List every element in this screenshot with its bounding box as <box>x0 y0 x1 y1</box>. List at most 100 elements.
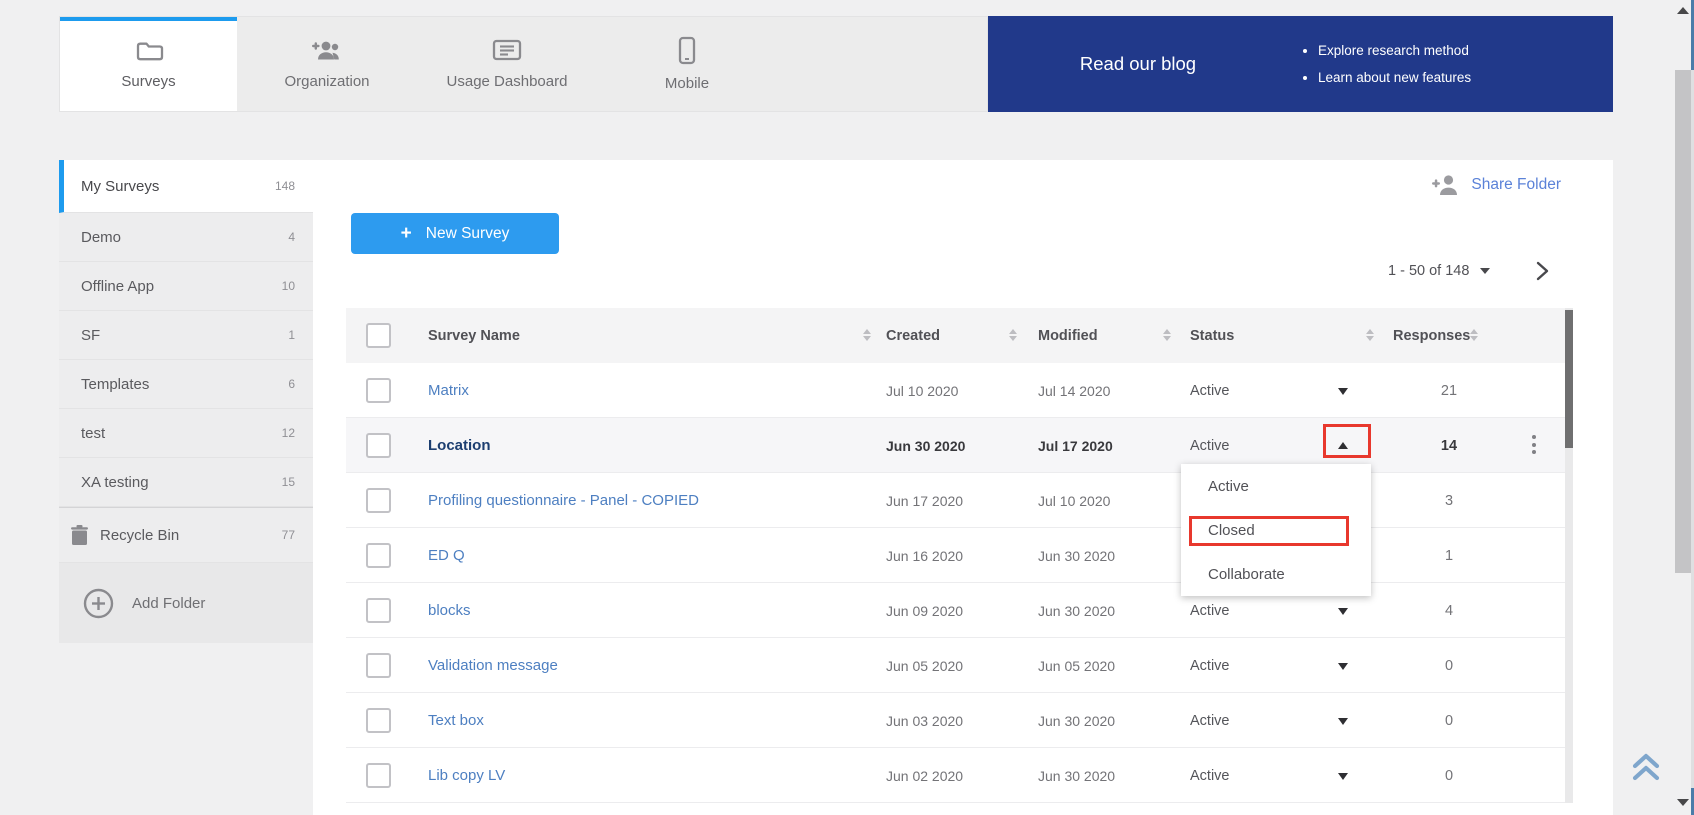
sidebar-folder-item[interactable]: Templates 6 <box>59 360 313 409</box>
status-caret-icon[interactable] <box>1338 388 1348 395</box>
tab-organization[interactable]: Organization <box>237 17 417 111</box>
header-responses: Responses <box>1393 308 1470 363</box>
status-option[interactable]: Collaborate <box>1181 552 1371 596</box>
sort-icon[interactable] <box>863 329 871 341</box>
blog-banner[interactable]: Read our blog Explore research methodLea… <box>988 16 1613 112</box>
status-caret-icon[interactable] <box>1338 608 1348 615</box>
status-option[interactable]: Active <box>1181 464 1371 508</box>
pagination-caret-icon[interactable] <box>1480 268 1490 274</box>
folder-label: XA testing <box>81 474 149 491</box>
person-add-icon <box>1431 174 1459 195</box>
folder-count: 1 <box>288 328 295 342</box>
table-row: ED Q Jun 16 2020 Jun 30 2020 1 <box>346 528 1572 583</box>
sort-icon[interactable] <box>1009 329 1017 341</box>
sidebar-folder-item[interactable]: My Surveys 148 <box>59 160 313 213</box>
status-caret-icon[interactable] <box>1338 663 1348 670</box>
table-header: Survey Name Created Modified Status Resp… <box>346 308 1572 363</box>
created-date: Jul 10 2020 <box>886 363 958 418</box>
status-value[interactable]: Active <box>1190 693 1230 748</box>
select-all-checkbox[interactable] <box>366 323 391 348</box>
row-checkbox-cell <box>366 528 391 583</box>
scroll-to-top-button[interactable] <box>1624 748 1668 788</box>
survey-name-link[interactable]: Profiling questionnaire - Panel - COPIED <box>428 473 699 528</box>
annotation-box-closed <box>1189 516 1349 546</box>
tab-mobile[interactable]: Mobile <box>597 17 777 111</box>
row-checkbox[interactable] <box>366 653 391 678</box>
sidebar-folder-item[interactable]: test 12 <box>59 409 313 458</box>
banner-title[interactable]: Read our blog <box>988 53 1288 75</box>
responses-count: 3 <box>1404 473 1494 528</box>
status-value[interactable]: Active <box>1190 363 1230 418</box>
responses-count: 21 <box>1404 363 1494 418</box>
table-row: Lib copy LV Jun 02 2020 Jun 30 2020 Acti… <box>346 748 1572 803</box>
tab-surveys[interactable]: Surveys <box>60 17 237 111</box>
header-modified: Modified <box>1038 308 1098 363</box>
survey-table: Survey Name Created Modified Status Resp… <box>346 308 1572 803</box>
scrollbar-up-arrow-icon[interactable] <box>1677 7 1689 14</box>
row-checkbox[interactable] <box>366 598 391 623</box>
status-value[interactable]: Active <box>1190 638 1230 693</box>
table-row: Validation message Jun 05 2020 Jun 05 20… <box>346 638 1572 693</box>
pagination-control[interactable]: 1 - 50 of 148 <box>1388 263 1490 279</box>
responses-count: 0 <box>1404 693 1494 748</box>
folder-label: test <box>81 425 105 442</box>
sidebar-folder-item[interactable]: Demo 4 <box>59 213 313 262</box>
sidebar-folder-item[interactable]: XA testing 15 <box>59 458 313 507</box>
table-body: Matrix Jul 10 2020 Jul 14 2020 Active 21… <box>346 363 1572 803</box>
row-checkbox-cell <box>366 473 391 528</box>
status-caret-icon[interactable] <box>1338 773 1348 780</box>
folder-label: Demo <box>81 229 121 246</box>
folder-label: SF <box>81 327 100 344</box>
survey-name-link[interactable]: Validation message <box>428 638 558 693</box>
responses-count: 0 <box>1404 748 1494 803</box>
add-folder-button[interactable]: Add Folder <box>59 563 313 643</box>
sort-icon[interactable] <box>1366 329 1374 341</box>
survey-dashboard: Surveys Organization <box>0 0 1694 815</box>
row-checkbox[interactable] <box>366 763 391 788</box>
tab-label: Mobile <box>665 75 709 92</box>
table-scrollbar-thumb[interactable] <box>1565 310 1573 448</box>
row-checkbox[interactable] <box>366 543 391 568</box>
modified-date: Jun 05 2020 <box>1038 638 1115 693</box>
folder-label: My Surveys <box>81 178 159 195</box>
sidebar-folder-item[interactable]: SF 1 <box>59 311 313 360</box>
trash-icon <box>71 525 88 545</box>
table-row: Matrix Jul 10 2020 Jul 14 2020 Active 21 <box>346 363 1572 418</box>
table-row: Location Jun 30 2020 Jul 17 2020 Active … <box>346 418 1572 473</box>
tab-label: Usage Dashboard <box>447 73 568 90</box>
status-value[interactable]: Active <box>1190 748 1230 803</box>
sort-icon[interactable] <box>1470 329 1478 341</box>
top-nav: Surveys Organization <box>59 16 1613 112</box>
share-folder-button[interactable]: Share Folder <box>1431 174 1561 195</box>
sidebar-folder-item[interactable]: Offline App 10 <box>59 262 313 311</box>
survey-name-link[interactable]: Text box <box>428 693 484 748</box>
tab-usage-dashboard[interactable]: Usage Dashboard <box>417 17 597 111</box>
sidebar-recycle-bin[interactable]: Recycle Bin 77 <box>59 507 313 563</box>
table-row: Text box Jun 03 2020 Jun 30 2020 Active … <box>346 693 1572 748</box>
modified-date: Jun 30 2020 <box>1038 528 1115 583</box>
survey-name-link[interactable]: Lib copy LV <box>428 748 505 803</box>
row-checkbox[interactable] <box>366 488 391 513</box>
status-caret-icon[interactable] <box>1338 718 1348 725</box>
new-survey-label: New Survey <box>426 225 510 243</box>
survey-name-link[interactable]: blocks <box>428 583 471 638</box>
row-checkbox[interactable] <box>366 708 391 733</box>
survey-name-link[interactable]: ED Q <box>428 528 465 583</box>
row-menu-icon[interactable] <box>1532 435 1536 454</box>
page-scrollbar-thumb[interactable] <box>1675 70 1692 573</box>
annotation-box-caret <box>1323 424 1371 458</box>
row-checkbox-cell <box>366 418 391 473</box>
scrollbar-down-arrow-icon[interactable] <box>1677 799 1689 806</box>
folder-count: 6 <box>288 377 295 391</box>
row-checkbox[interactable] <box>366 433 391 458</box>
modified-date: Jul 14 2020 <box>1038 363 1110 418</box>
survey-name-link[interactable]: Matrix <box>428 363 469 418</box>
survey-name-link[interactable]: Location <box>428 418 491 473</box>
sort-icon[interactable] <box>1163 329 1171 341</box>
created-date: Jun 09 2020 <box>886 583 963 638</box>
modified-date: Jun 30 2020 <box>1038 583 1115 638</box>
next-page-button[interactable] <box>1531 260 1553 287</box>
responses-count: 1 <box>1404 528 1494 583</box>
new-survey-button[interactable]: + New Survey <box>351 213 559 254</box>
row-checkbox[interactable] <box>366 378 391 403</box>
